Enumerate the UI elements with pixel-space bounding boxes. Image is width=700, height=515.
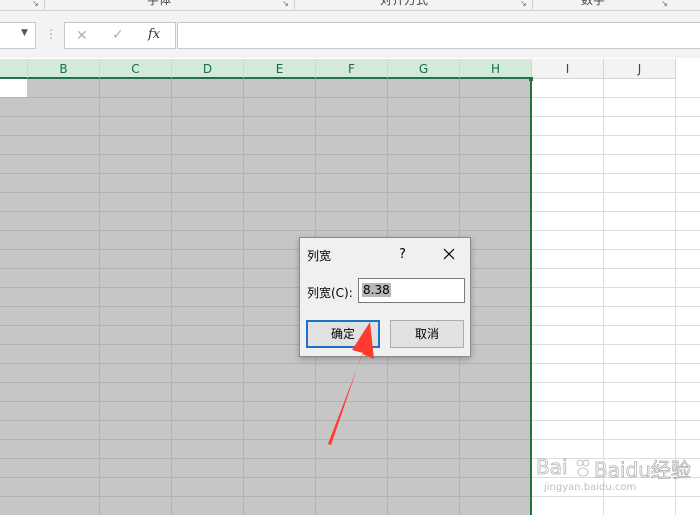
column-gridline [243, 79, 244, 515]
ribbon-group-alignment: 对齐方式 [380, 0, 429, 7]
help-button[interactable]: ? [399, 247, 406, 262]
column-header-j[interactable]: J [604, 59, 676, 79]
column-gridline [603, 79, 604, 515]
row-gridline [0, 458, 531, 459]
selection-border [530, 79, 532, 515]
row-gridline [0, 382, 531, 383]
chevron-down-icon[interactable]: ▼ [21, 28, 28, 38]
column-header-b[interactable]: B [28, 59, 100, 79]
drag-handle-icon[interactable]: ⋮ [45, 27, 57, 41]
column-width-value: 8.38 [362, 283, 391, 297]
row-gridline [0, 363, 531, 364]
cancel-button[interactable]: 取消 [390, 320, 464, 348]
cancel-entry-icon[interactable]: ✕ [76, 28, 88, 44]
column-header-i[interactable]: I [532, 59, 604, 79]
row-gridline [0, 154, 531, 155]
row-gridline [0, 230, 531, 231]
column-header-d[interactable]: D [172, 59, 244, 79]
formula-bar: ▼ ⋮ ✕ ✓ fx [0, 11, 700, 58]
watermark: Bai Baidu经验 jingyan.baidu.com [536, 452, 696, 502]
ribbon-group-labels: ↘ 字体 ↘ 对齐方式 ↘ 数字 ↘ [0, 0, 700, 11]
formula-input[interactable] [177, 22, 700, 49]
font-group-launcher-icon[interactable]: ↘ [281, 0, 290, 8]
selection-border-corner [529, 77, 533, 81]
row-gridline [0, 192, 531, 193]
ribbon-group-number: 数字 [581, 0, 606, 7]
number-group-launcher-icon[interactable]: ↘ [660, 0, 669, 8]
row-gridline [0, 135, 531, 136]
insert-function-icon[interactable]: fx [148, 27, 160, 42]
row-gridline [0, 173, 531, 174]
column-header-f[interactable]: F [316, 59, 388, 79]
row-gridline [0, 211, 531, 212]
row-gridline [0, 97, 531, 98]
column-header-e[interactable]: E [244, 59, 316, 79]
row-gridline [0, 477, 531, 478]
column-header-c[interactable]: C [100, 59, 172, 79]
column-width-label: 列宽(C): [307, 286, 353, 300]
watermark-text: Baidu经验 [594, 458, 692, 483]
watermark-subtext: jingyan.baidu.com [544, 482, 637, 493]
baidu-paw-logo-icon: Bai [536, 455, 590, 479]
column-width-input[interactable]: 8.38 [358, 278, 465, 303]
column-header-h[interactable]: H [460, 59, 532, 79]
ribbon-group-font: 字体 [147, 0, 172, 7]
active-cell[interactable] [0, 79, 27, 97]
row-gridline [0, 401, 531, 402]
row-gridline [0, 496, 531, 497]
row-gridline [0, 439, 531, 440]
close-icon[interactable] [439, 244, 459, 264]
dialog-title: 列宽 [307, 249, 332, 263]
svg-text:Bai: Bai [536, 455, 568, 479]
column-header-g[interactable]: G [388, 59, 460, 79]
alignment-group-launcher-icon[interactable]: ↘ [519, 0, 528, 8]
font-dialog-launcher-icon[interactable]: ↘ [31, 0, 40, 8]
name-box[interactable]: ▼ [0, 22, 36, 49]
column-gridline [675, 79, 676, 515]
column-gridline [99, 79, 100, 515]
annotation-arrow-icon [328, 322, 374, 445]
column-header-a[interactable] [0, 59, 28, 79]
enter-entry-icon[interactable]: ✓ [112, 27, 124, 43]
row-gridline [0, 420, 531, 421]
row-gridline [0, 116, 531, 117]
column-gridline [171, 79, 172, 515]
